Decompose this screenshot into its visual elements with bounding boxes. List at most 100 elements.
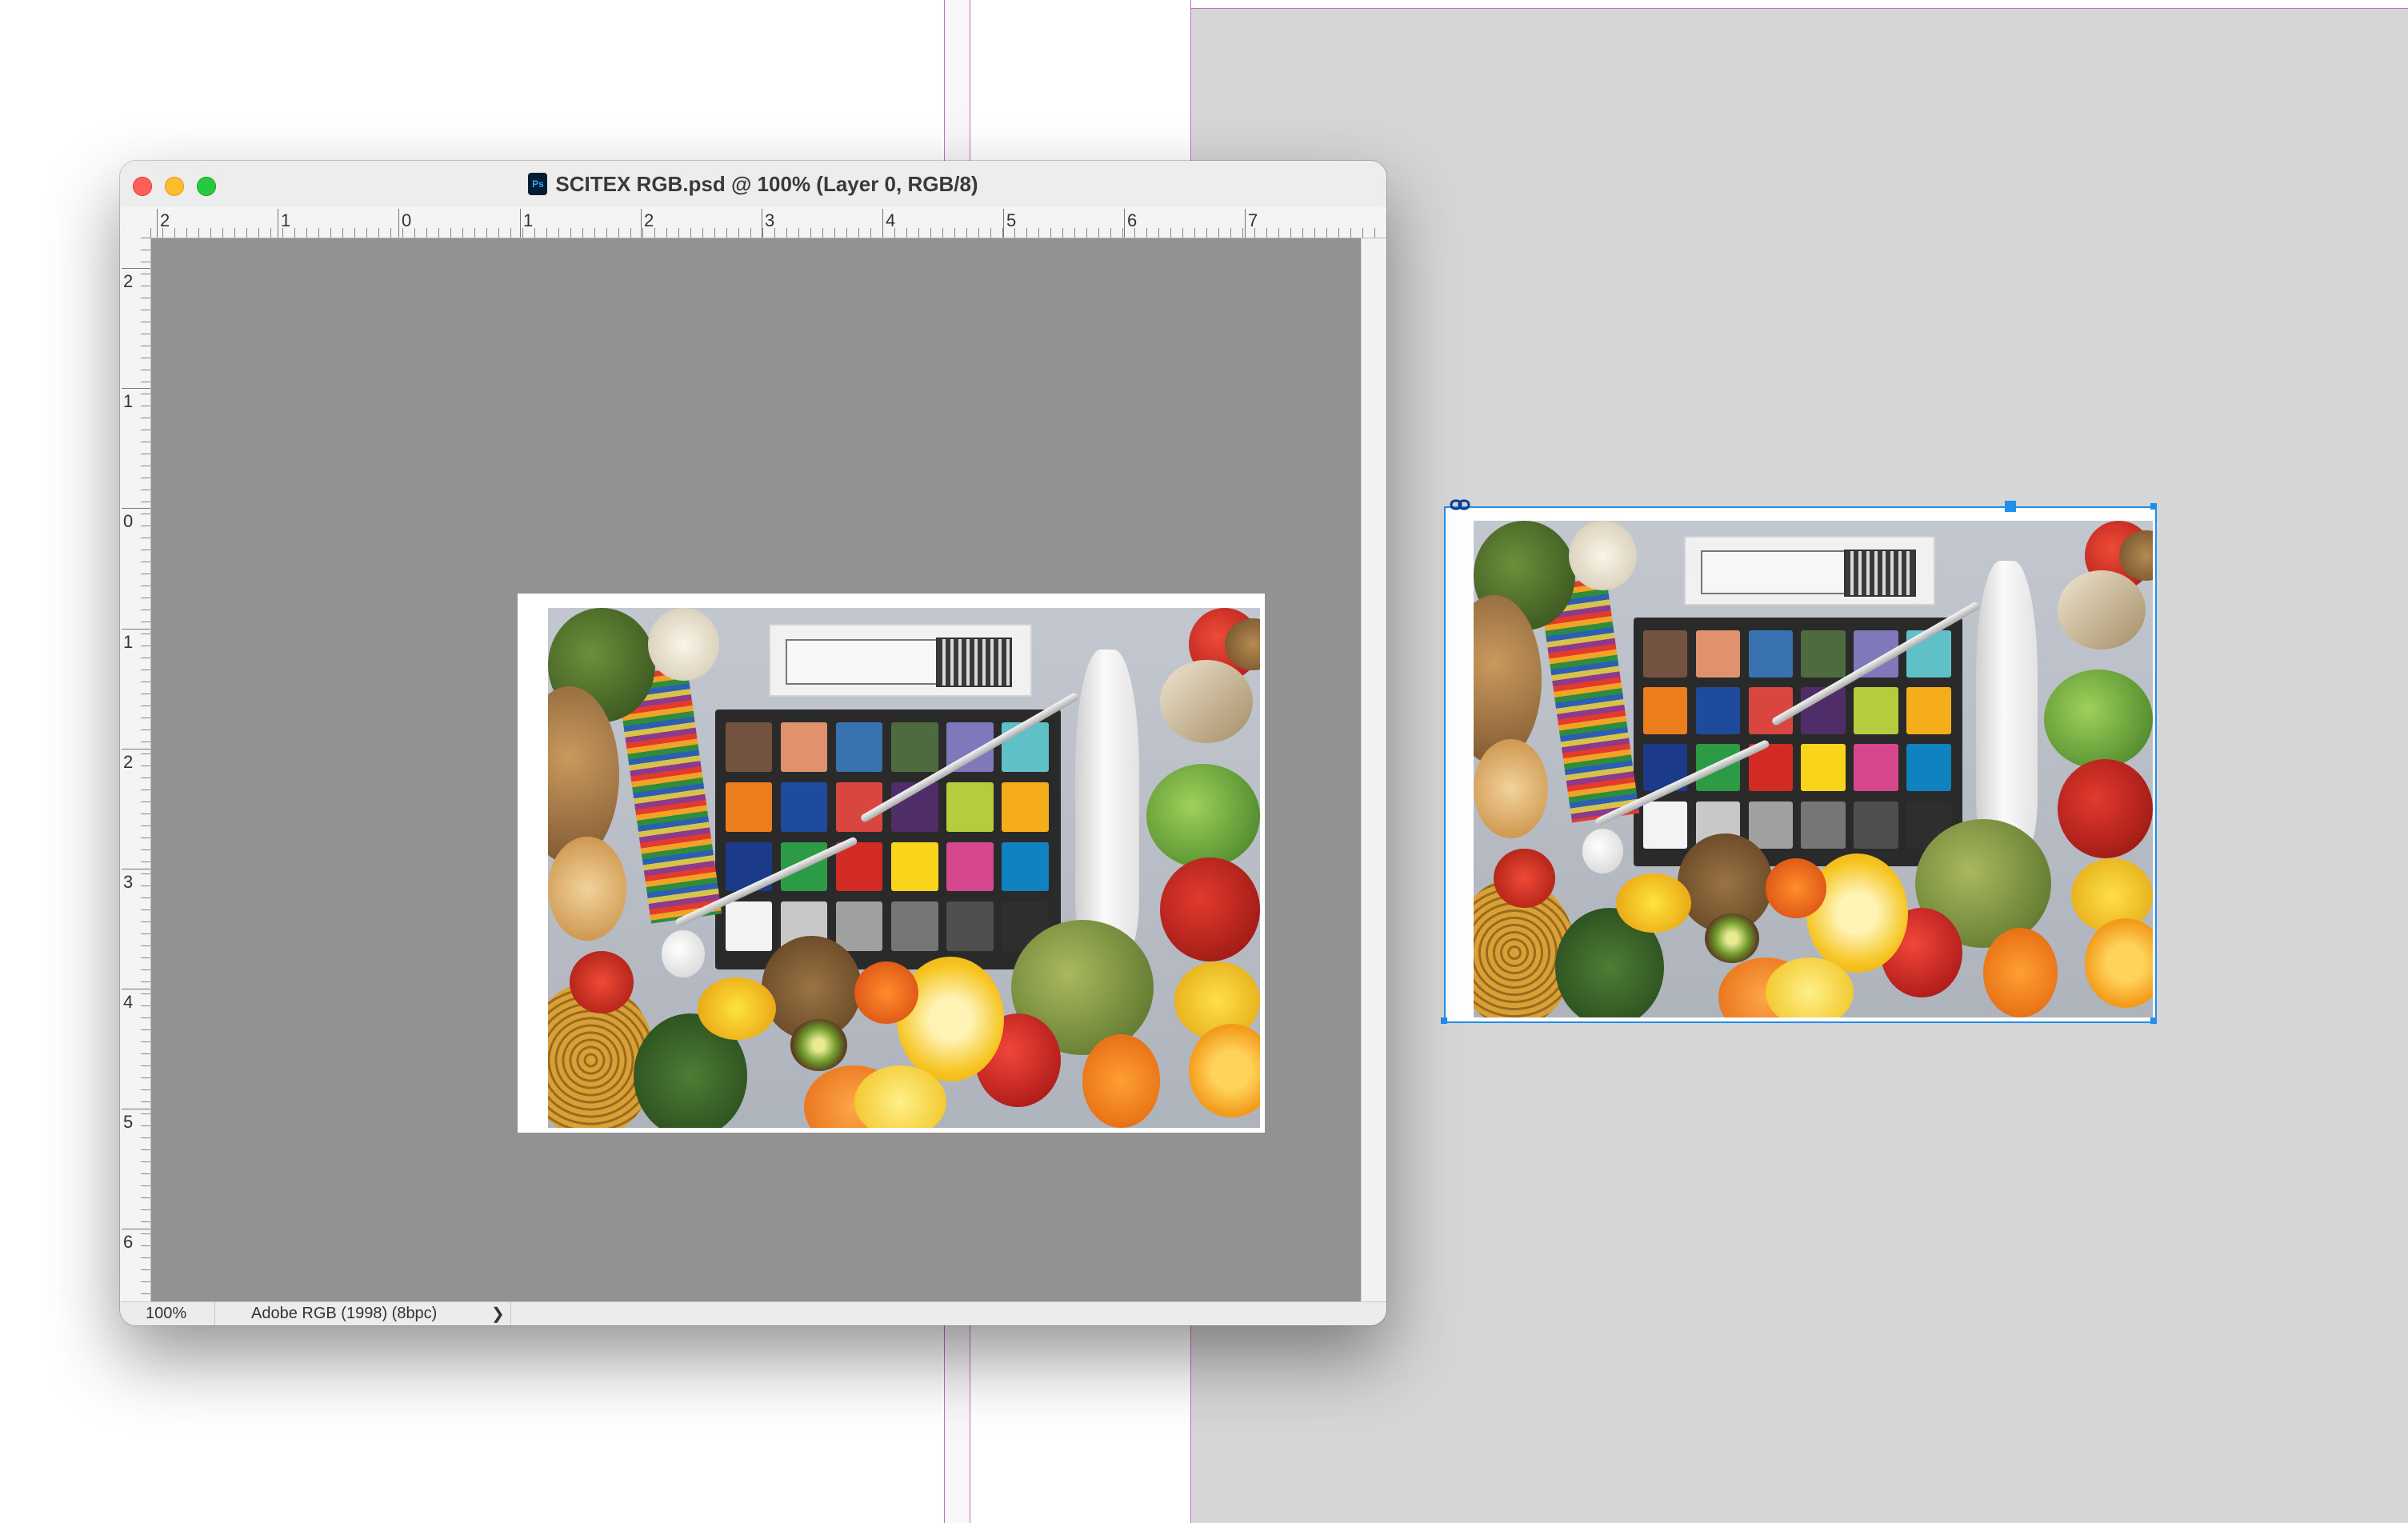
color-patch <box>836 722 883 772</box>
color-patch <box>1854 687 1898 735</box>
canvas-artboard <box>518 594 1265 1133</box>
document-canvas[interactable] <box>151 238 1361 1301</box>
color-patch <box>946 781 994 832</box>
link-icon[interactable] <box>1450 498 1470 512</box>
ruler-label: 4 <box>886 210 896 230</box>
ruler-label: 1 <box>523 210 534 230</box>
frame-center-handle[interactable] <box>2005 501 2016 512</box>
color-patch <box>726 901 773 951</box>
color-patch <box>1695 630 1741 678</box>
ruler-major-tick <box>882 209 883 238</box>
rice-box <box>1160 660 1254 743</box>
green-pepper <box>2044 670 2153 769</box>
color-patch <box>1854 801 1898 849</box>
ruler-label: 5 <box>1006 210 1017 230</box>
ruler-label: 2 <box>123 752 134 772</box>
color-patch <box>946 841 994 892</box>
tangerine <box>854 961 918 1024</box>
frame-corner-handle[interactable] <box>1441 1017 1447 1024</box>
bread <box>548 837 626 941</box>
color-patch <box>1642 687 1688 735</box>
color-patch <box>1801 801 1846 849</box>
placed-image <box>1474 521 2153 1017</box>
color-patch <box>1002 781 1049 832</box>
ruler-label: 1 <box>123 632 134 652</box>
ruler-label: 2 <box>123 271 134 291</box>
ruler-label: 1 <box>123 391 134 411</box>
orange <box>1982 928 2058 1017</box>
title-bar[interactable]: Ps SCITEX RGB.psd @ 100% (Layer 0, RGB/8… <box>120 161 1386 208</box>
yellow-pepper <box>1616 873 1691 933</box>
ruler-major-tick <box>641 209 642 238</box>
golf-ball <box>1582 829 1623 873</box>
color-patch <box>1748 801 1794 849</box>
ruler-origin[interactable] <box>120 207 151 238</box>
zoom-level-field[interactable]: 100% <box>146 1305 186 1323</box>
ruler-major-tick <box>398 209 399 238</box>
document-image <box>548 608 1260 1128</box>
ruler-major-tick <box>122 629 150 630</box>
ruler-label: 1 <box>281 210 291 230</box>
color-patch <box>726 781 773 832</box>
bread <box>1474 739 1549 839</box>
white-statue <box>1976 560 2038 849</box>
color-patch <box>946 901 994 951</box>
frame-corner-handle[interactable] <box>2150 503 2157 510</box>
ruler-major-tick <box>1003 209 1004 238</box>
color-patch <box>1642 801 1688 849</box>
ruler-label: 7 <box>1248 210 1258 230</box>
color-patch <box>891 841 938 892</box>
page-margin-guide <box>1191 8 2408 9</box>
color-patch <box>781 722 828 772</box>
orange <box>1082 1034 1161 1128</box>
ruler-major-tick <box>520 209 521 238</box>
target-card <box>768 623 1032 698</box>
ruler-label: 4 <box>123 992 134 1012</box>
target-card <box>1684 535 1936 606</box>
color-patch <box>781 781 828 832</box>
window-title: SCITEX RGB.psd @ 100% (Layer 0, RGB/8) <box>555 171 978 196</box>
color-patch <box>1748 630 1794 678</box>
red-pepper <box>1160 857 1260 961</box>
color-patch <box>891 901 938 951</box>
kiwi-slice <box>790 1018 847 1071</box>
ruler-label: 5 <box>123 1112 134 1132</box>
status-bar: 100% Adobe RGB (1998) (8bpc) ❯ <box>120 1301 1386 1325</box>
red-pepper <box>2058 759 2153 859</box>
color-checker-chart <box>1633 618 1963 866</box>
ruler-label: 3 <box>123 872 134 892</box>
ruler-label: 0 <box>402 210 412 230</box>
ruler-major-tick <box>1245 209 1246 238</box>
color-patch <box>1642 630 1688 678</box>
garlic <box>647 608 719 681</box>
frame-corner-handle[interactable] <box>2150 1017 2157 1024</box>
ruler-label: 6 <box>1127 210 1138 230</box>
tomato-small <box>1494 848 1555 909</box>
color-patch <box>1695 687 1741 735</box>
horizontal-ruler[interactable]: 2 1 0 1 2 3 4 5 6 7 <box>150 207 1386 238</box>
color-patch <box>726 722 773 772</box>
vertical-ruler[interactable]: 2 1 0 1 2 3 4 5 6 <box>120 238 151 1301</box>
garlic <box>1568 521 1637 590</box>
status-menu-arrow[interactable]: ❯ <box>491 1304 505 1324</box>
tangerine <box>1766 858 1827 918</box>
ruler-major-tick <box>122 388 150 389</box>
color-profile-info: Adobe RGB (1998) (8bpc) <box>251 1305 438 1322</box>
ruler-major-tick <box>157 209 158 238</box>
placed-image-frame[interactable] <box>1444 506 2157 1023</box>
vertical-scrollbar[interactable] <box>1361 238 1386 1301</box>
golf-ball <box>662 930 705 977</box>
ruler-label: 0 <box>123 511 134 531</box>
white-statue <box>1074 650 1139 951</box>
ruler-major-tick <box>1124 209 1125 238</box>
ruler-label: 2 <box>644 210 654 230</box>
document-window[interactable]: Ps SCITEX RGB.psd @ 100% (Layer 0, RGB/8… <box>120 161 1386 1325</box>
ruler-major-tick <box>122 508 150 509</box>
ruler-label: 6 <box>123 1232 134 1252</box>
color-patch <box>891 722 938 772</box>
color-patch <box>1906 744 1951 792</box>
kiwi-slice <box>1704 913 1759 963</box>
green-pepper <box>1146 764 1260 868</box>
color-checker-chart <box>715 709 1061 969</box>
color-patch <box>1801 630 1846 678</box>
